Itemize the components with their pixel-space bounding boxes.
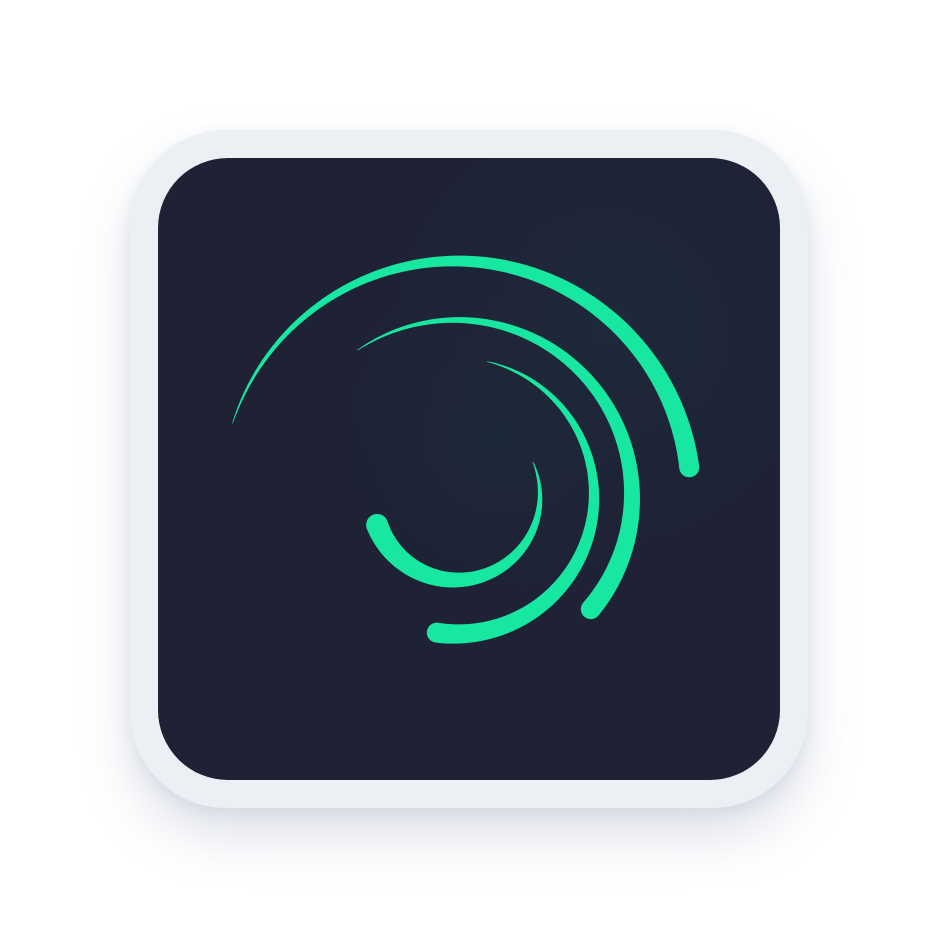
app-icon-showcase (0, 0, 938, 938)
app-icon-tile (158, 158, 780, 780)
app-icon-frame[interactable] (130, 130, 808, 808)
alight-motion-swirl-icon (158, 158, 780, 780)
